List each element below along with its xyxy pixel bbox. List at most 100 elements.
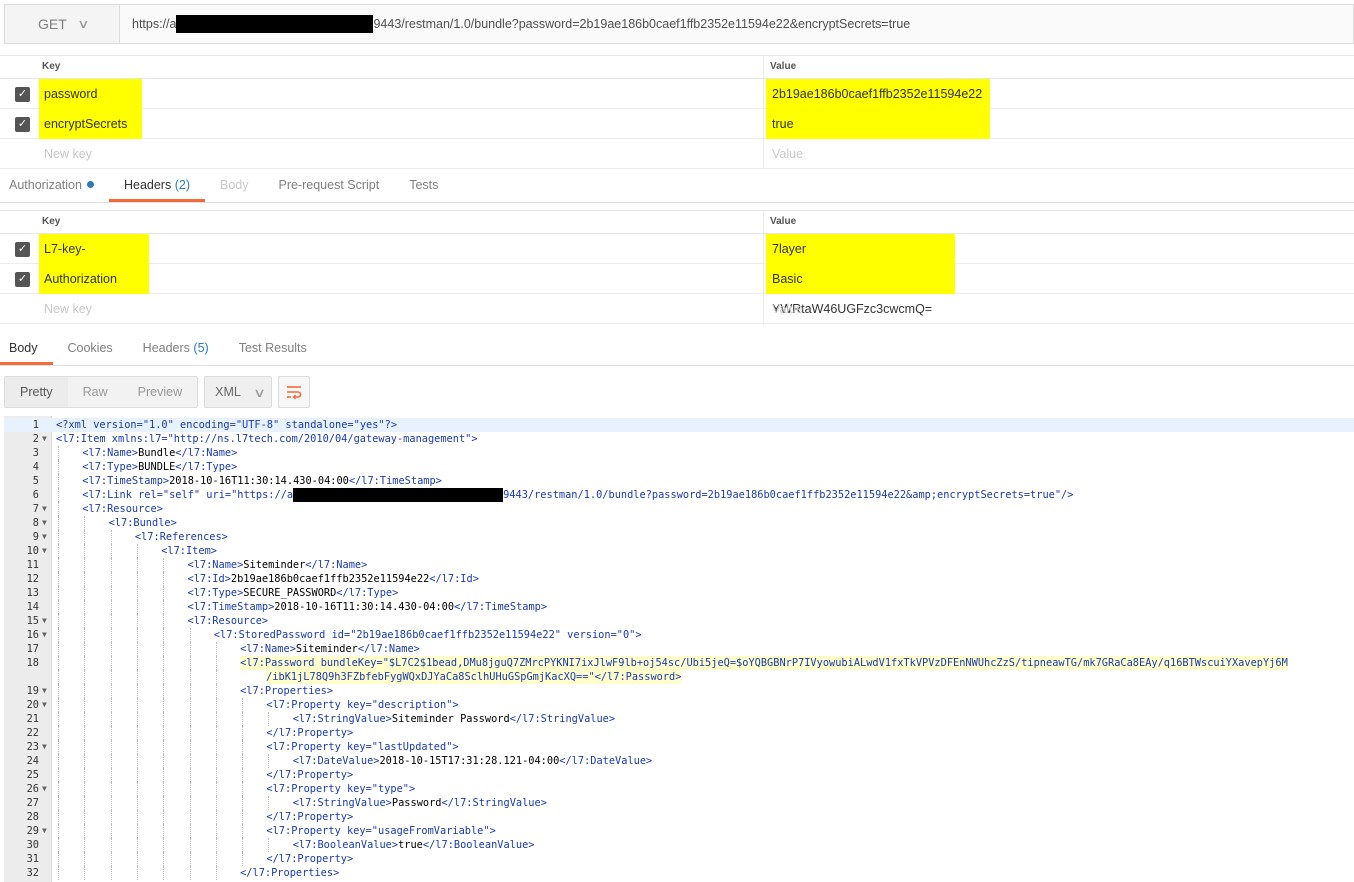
new-key-input[interactable]: New key bbox=[39, 139, 97, 169]
wrap-lines-button[interactable] bbox=[278, 376, 311, 408]
tab-prerequest-script[interactable]: Pre-request Script bbox=[263, 170, 394, 202]
code-line: 20 ▼ <l7:Property key="description"> bbox=[4, 698, 1354, 712]
param-value[interactable]: 2b19ae186b0caef1ffb2352e11594e22 bbox=[766, 79, 990, 109]
fold-arrow-icon[interactable]: ▼ bbox=[42, 544, 47, 558]
headers-table: Key Value ✓ L7-key-passphrase 7layer ✓ A… bbox=[0, 210, 1354, 324]
tab-cookies[interactable]: Cookies bbox=[53, 333, 128, 365]
fold-arrow-icon[interactable]: ▼ bbox=[42, 516, 47, 530]
indent-guide bbox=[110, 572, 112, 586]
tab-response-body[interactable]: Body bbox=[0, 333, 53, 365]
header-row: ✓ Authorization Basic YWRtaW46UGFzc3cwcm… bbox=[0, 264, 1354, 316]
format-select[interactable]: XML ∨ bbox=[204, 376, 273, 408]
tab-authorization[interactable]: Authorization bbox=[0, 170, 109, 202]
new-value-input[interactable]: Value bbox=[766, 294, 809, 324]
code-token: </l7:Type> bbox=[336, 587, 399, 599]
tab-test-results[interactable]: Test Results bbox=[224, 333, 322, 365]
raw-button[interactable]: Raw bbox=[68, 377, 123, 407]
code-token: standalone= bbox=[279, 419, 354, 431]
indent-guide bbox=[268, 712, 270, 726]
code-text: <l7:Property key="lastUpdated"> bbox=[266, 740, 458, 754]
indent-guide bbox=[215, 768, 217, 782]
response-toolbar: Pretty Raw Preview XML ∨ bbox=[4, 376, 311, 408]
indent-guide bbox=[110, 628, 112, 642]
header-key[interactable]: Authorization bbox=[39, 264, 149, 294]
param-value[interactable]: true bbox=[766, 109, 990, 139]
header-value[interactable]: Basic YWRtaW46UGFzc3cwcmQ= bbox=[766, 264, 955, 316]
code-line: 21 <l7:StringValue>Siteminder Password</l… bbox=[4, 712, 1354, 726]
code-token: <l7:StringValue> bbox=[292, 713, 392, 725]
indent-guide bbox=[58, 572, 59, 586]
checkbox-checked-icon[interactable]: ✓ bbox=[15, 272, 30, 287]
header-key[interactable]: L7-key-passphrase bbox=[39, 234, 149, 286]
code-text: <l7:TimeStamp>2018-10-16T11:30:14.430-04… bbox=[188, 600, 548, 614]
header-value[interactable]: 7layer bbox=[766, 234, 955, 264]
code-line: 4 <l7:Type>BUNDLE</l7:Type> bbox=[4, 460, 1354, 474]
tab-response-headers-label: Headers bbox=[142, 341, 190, 355]
checkbox-checked-icon[interactable]: ✓ bbox=[15, 117, 30, 132]
line-number: 28 bbox=[26, 811, 39, 823]
fold-arrow-icon[interactable]: ▼ bbox=[42, 614, 47, 628]
fold-arrow-icon[interactable]: ▼ bbox=[42, 628, 47, 642]
param-key[interactable]: password bbox=[39, 79, 142, 109]
indent-guide bbox=[58, 866, 59, 880]
pretty-button[interactable]: Pretty bbox=[5, 377, 68, 407]
indent-guide bbox=[242, 712, 244, 726]
code-line: 16 ▼ <l7:StoredPassword id="2b19ae186b0cae… bbox=[4, 628, 1354, 642]
tab-body[interactable]: Body bbox=[205, 170, 264, 202]
tab-tests[interactable]: Tests bbox=[394, 170, 453, 202]
fold-arrow-icon[interactable]: ▼ bbox=[42, 740, 47, 754]
request-tabs: Authorization Headers (2) Body Pre-reque… bbox=[0, 170, 1354, 203]
code-token: SECURE_PASSWORD bbox=[243, 587, 337, 599]
code-text: </l7:Property> bbox=[266, 726, 353, 740]
indent-guide bbox=[163, 768, 165, 782]
fold-arrow-icon[interactable]: ▼ bbox=[42, 698, 47, 712]
indent-guide bbox=[215, 796, 217, 810]
fold-arrow-icon[interactable]: ▼ bbox=[42, 684, 47, 698]
code-text: <l7:StringValue>Password</l7:StringValue… bbox=[293, 796, 547, 810]
tab-headers[interactable]: Headers (2) bbox=[108, 170, 205, 202]
indent-guide bbox=[110, 726, 112, 740]
response-tabs: Body Cookies Headers (5) Test Results bbox=[0, 333, 1354, 366]
new-key-input[interactable]: New key bbox=[39, 294, 97, 324]
preview-button[interactable]: Preview bbox=[123, 377, 197, 407]
fold-arrow-icon[interactable]: ▼ bbox=[42, 782, 47, 796]
line-number: 7 bbox=[32, 503, 39, 515]
method-select[interactable]: GET ∨ bbox=[5, 5, 120, 43]
indent-guide bbox=[163, 586, 165, 600]
indent-guide bbox=[189, 810, 191, 824]
checkbox-checked-icon[interactable]: ✓ bbox=[15, 242, 30, 257]
indent-guide bbox=[58, 600, 59, 614]
code-token: <l7:Properties> bbox=[240, 685, 334, 697]
code-line: 5 <l7:TimeStamp>2018-10-16T11:30:14.430-0… bbox=[4, 474, 1354, 488]
code-token: <l7:Property bbox=[266, 699, 347, 711]
code-token: </l7:Properties> bbox=[240, 867, 340, 879]
checkbox-checked-icon[interactable]: ✓ bbox=[15, 87, 30, 102]
tab-headers-count: (2) bbox=[174, 178, 190, 192]
new-value-input[interactable]: Value bbox=[766, 139, 809, 169]
indent-guide bbox=[58, 474, 59, 488]
indent-guide bbox=[84, 558, 86, 572]
line-number: 5 bbox=[32, 475, 39, 487]
url-input[interactable]: https://a 9443/restman/1.0/bundle?passwo… bbox=[120, 15, 910, 33]
fold-arrow-icon[interactable]: ▼ bbox=[42, 432, 47, 446]
fold-arrow-icon[interactable]: ▼ bbox=[42, 824, 47, 838]
indent-guide bbox=[136, 712, 138, 726]
fold-arrow-icon[interactable]: ▼ bbox=[42, 502, 47, 516]
indent-guide bbox=[58, 810, 59, 824]
param-key[interactable]: encryptSecrets bbox=[39, 109, 142, 139]
response-body-code[interactable]: 1 <?xml version="1.0" encoding="UTF-8" st… bbox=[4, 416, 1354, 882]
code-text: <l7:Property key="description"> bbox=[266, 698, 458, 712]
indent-guide bbox=[110, 866, 112, 880]
fold-arrow-icon[interactable]: ▼ bbox=[42, 530, 47, 544]
indent-guide bbox=[58, 516, 59, 530]
indent-guide bbox=[215, 838, 217, 852]
tab-response-headers[interactable]: Headers (5) bbox=[128, 333, 224, 365]
indent-guide bbox=[84, 600, 86, 614]
code-token: id= bbox=[331, 629, 351, 641]
indent-guide bbox=[242, 782, 244, 796]
code-text: </l7:Property> bbox=[266, 768, 353, 782]
code-line: 1 <?xml version="1.0" encoding="UTF-8" st… bbox=[4, 418, 1354, 432]
indent-guide bbox=[136, 726, 138, 740]
indent-guide bbox=[163, 726, 165, 740]
indent-guide bbox=[84, 698, 86, 712]
